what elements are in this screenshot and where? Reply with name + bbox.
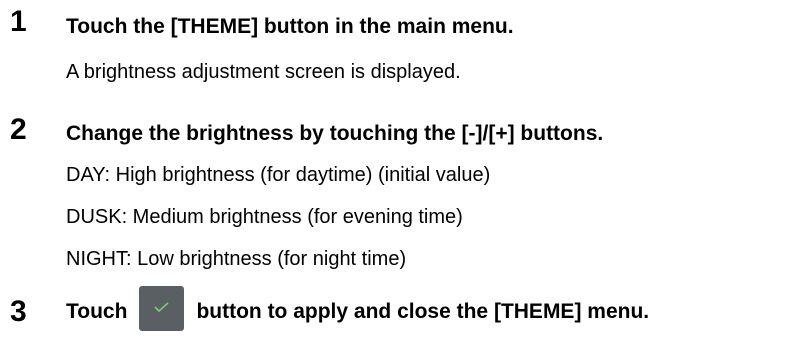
step-number: 2 (10, 113, 27, 146)
step-number: 1 (10, 5, 27, 38)
step-title-before: Touch (66, 299, 128, 323)
step-title: Change the brightness by touching the [-… (66, 122, 604, 145)
apply-button[interactable] (139, 286, 185, 331)
step-description-day: DAY: High brightness (for daytime) (init… (66, 164, 491, 186)
check-icon (154, 302, 169, 313)
step-description: A brightness adjustment screen is displa… (66, 61, 461, 83)
step-description-dusk: DUSK: Medium brightness (for evening tim… (66, 206, 463, 228)
step-number: 3 (10, 295, 27, 328)
step-title: Touch the [THEME] button in the main men… (66, 15, 514, 38)
step-title: Touch button to apply and close the [THE… (66, 286, 650, 334)
step-title-after: button to apply and close the [THEME] me… (196, 299, 650, 323)
step-description-night: NIGHT: Low brightness (for night time) (66, 248, 407, 270)
